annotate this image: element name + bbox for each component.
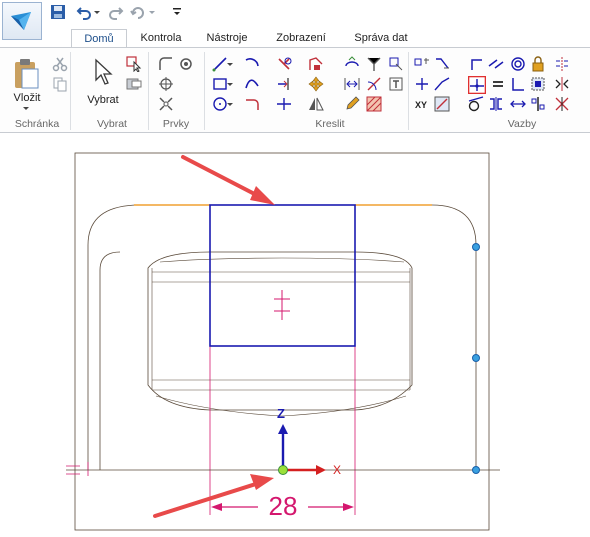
select-tools-icon[interactable] xyxy=(126,56,142,72)
repeat-icon[interactable] xyxy=(130,4,146,20)
tab-kontrola[interactable]: Kontrola xyxy=(134,29,188,48)
pencil-tool-icon[interactable] xyxy=(344,96,360,112)
selected-rectangle[interactable] xyxy=(209,204,356,347)
undo-icon[interactable] xyxy=(76,4,92,20)
scale-tool-icon[interactable] xyxy=(366,76,382,92)
pattern-feature-icon[interactable] xyxy=(158,96,174,112)
group-label-vazby: Vazby xyxy=(507,118,537,130)
symmetric-relation-icon[interactable] xyxy=(554,76,570,92)
quick-access-toolbar xyxy=(0,0,590,40)
dimension-table-icon[interactable] xyxy=(434,96,450,112)
save-icon[interactable] xyxy=(50,4,66,20)
move-tool-icon[interactable] xyxy=(308,76,324,92)
paste-icon[interactable] xyxy=(12,58,40,90)
tab-domu[interactable]: Domů xyxy=(71,29,127,48)
dimension-value[interactable]: 28 xyxy=(269,491,298,521)
group-label-prvky: Prvky xyxy=(162,118,190,130)
svg-text:XY: XY xyxy=(415,100,427,110)
mirror-tool-icon[interactable] xyxy=(308,96,324,112)
x-axis-arrow xyxy=(316,465,326,475)
group-label-kreslit: Kreslit xyxy=(315,118,345,130)
keypoint-node[interactable] xyxy=(472,354,480,362)
arc-tool-icon[interactable] xyxy=(244,56,260,72)
customize-toolbar-icon[interactable] xyxy=(172,4,182,20)
group-label-vybrat: Vybrat xyxy=(97,118,127,130)
redo-icon[interactable] xyxy=(108,4,124,20)
group-separator xyxy=(204,52,205,130)
tab-zobrazeni[interactable]: Zobrazení xyxy=(270,29,332,48)
group-separator xyxy=(148,52,149,130)
symmetric-mirror-icon[interactable] xyxy=(488,96,504,112)
cut-icon[interactable] xyxy=(52,56,68,72)
corner-tool-icon[interactable] xyxy=(244,96,260,112)
fill-hatch-icon[interactable] xyxy=(366,96,382,112)
body-top-arc xyxy=(159,257,405,263)
center-mark xyxy=(274,290,290,320)
chevron-down-icon[interactable] xyxy=(226,76,234,92)
keypoint-node[interactable] xyxy=(472,466,480,474)
fillet-feature-icon[interactable] xyxy=(158,56,174,72)
ribbon-tab-bar: Domů Kontrola Nástroje Zobrazení Správa … xyxy=(0,26,590,48)
collinear-relation-icon[interactable] xyxy=(434,76,450,92)
connect-relation-icon[interactable] xyxy=(468,76,486,94)
paste-label[interactable]: Vložit xyxy=(8,92,46,104)
annotation-arrowhead-top xyxy=(250,186,275,205)
relation-handle-icon[interactable] xyxy=(434,56,450,72)
group-label-schranka: Schránka xyxy=(14,118,60,130)
xy-relation-icon[interactable]: XY xyxy=(414,96,430,112)
lock-relation-icon[interactable] xyxy=(530,56,546,72)
tangent-relation-icon[interactable] xyxy=(468,96,484,112)
z-axis-arrow xyxy=(278,424,288,434)
keypoint-node[interactable] xyxy=(472,243,480,251)
relation-assistant-icon[interactable] xyxy=(414,56,430,72)
rigid-set-icon[interactable] xyxy=(530,76,546,92)
text-profile-icon[interactable] xyxy=(388,76,404,92)
extend-tool-icon[interactable] xyxy=(276,76,292,92)
include-tool-icon[interactable] xyxy=(344,56,360,72)
symmetric-axis-icon[interactable] xyxy=(554,56,570,72)
target-point-icon[interactable] xyxy=(158,76,174,92)
unlock-relation-icon[interactable] xyxy=(554,96,570,112)
offset-tool-icon[interactable] xyxy=(308,56,324,72)
chevron-down-icon[interactable] xyxy=(148,4,156,20)
annotation-arrowhead-bottom xyxy=(250,474,274,490)
x-axis-label: X xyxy=(333,463,341,477)
trim-tool-icon[interactable] xyxy=(276,56,292,72)
body-side-lines xyxy=(151,268,411,390)
curve-tool-icon[interactable] xyxy=(244,76,260,92)
select-label[interactable]: Vybrat xyxy=(82,94,124,106)
convert-tool-icon[interactable] xyxy=(388,56,404,72)
horizontal-vertical-icon[interactable] xyxy=(510,76,526,92)
sketch-canvas[interactable]: Z X 28 xyxy=(0,134,590,537)
distance-relation-icon[interactable] xyxy=(510,96,526,112)
gear-feature-icon[interactable] xyxy=(178,56,194,72)
select-arrow-icon[interactable] xyxy=(92,58,114,86)
z-axis-label: Z xyxy=(277,406,285,421)
equal-relation-icon[interactable] xyxy=(490,76,506,92)
body-outline xyxy=(147,251,413,411)
chevron-down-icon[interactable] xyxy=(226,56,234,72)
group-separator xyxy=(408,52,409,130)
project-tool-icon[interactable] xyxy=(366,56,382,72)
copy-icon[interactable] xyxy=(52,76,68,92)
chevron-down-icon[interactable] xyxy=(22,106,30,112)
split-tool-icon[interactable] xyxy=(276,96,292,112)
origin-point[interactable] xyxy=(278,465,288,475)
tab-nastroje[interactable]: Nástroje xyxy=(200,29,254,48)
inner-profile-line xyxy=(99,251,121,470)
parallel-relation-icon[interactable] xyxy=(488,56,504,72)
box-select-icon[interactable] xyxy=(126,76,142,92)
perpendicular-relation-icon[interactable] xyxy=(468,56,484,72)
tab-sprava-dat[interactable]: Správa dat xyxy=(346,29,416,48)
chevron-down-icon[interactable] xyxy=(226,96,234,112)
link-relation-icon[interactable] xyxy=(414,76,430,92)
stretch-tool-icon[interactable] xyxy=(344,76,360,92)
concentric-relation-icon[interactable] xyxy=(510,56,526,72)
body-detail-lines xyxy=(152,271,410,391)
chevron-down-icon[interactable] xyxy=(93,4,101,20)
ribbon: Vložit Schránka Vybrat Vybrat Prvky Kres… xyxy=(0,47,590,133)
annotation-arrow-bottom xyxy=(153,480,264,518)
group-separator xyxy=(70,52,71,130)
align-relation-icon[interactable] xyxy=(530,96,546,112)
